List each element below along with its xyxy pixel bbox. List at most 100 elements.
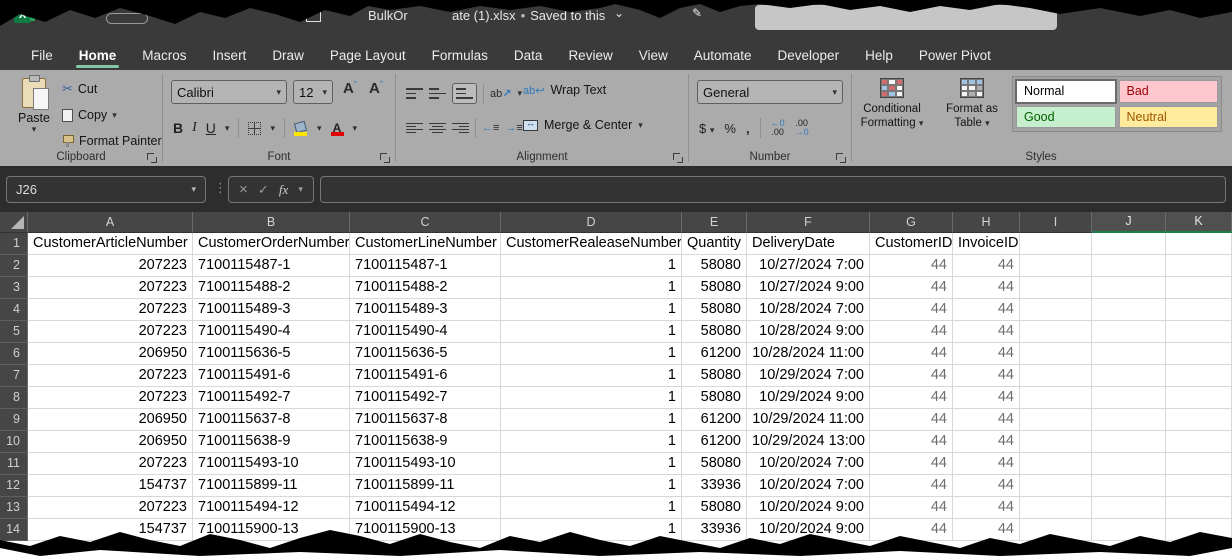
column-header-A[interactable]: A: [28, 212, 193, 233]
cell-K7[interactable]: [1166, 365, 1232, 387]
cell-C5[interactable]: 7100115490-4: [350, 321, 501, 343]
cell-F14[interactable]: 10/20/2024 9:00: [747, 519, 870, 541]
cell-E14[interactable]: 33936: [682, 519, 747, 541]
cell-G9[interactable]: 44: [870, 409, 953, 431]
cell-J4[interactable]: [1092, 299, 1166, 321]
cell-C9[interactable]: 7100115637-8: [350, 409, 501, 431]
cell-D5[interactable]: 1: [501, 321, 682, 343]
cell-G12[interactable]: 44: [870, 475, 953, 497]
cell-J12[interactable]: [1092, 475, 1166, 497]
row-header-4[interactable]: 4: [0, 299, 28, 321]
cell-E10[interactable]: 61200: [682, 431, 747, 453]
cell-K11[interactable]: [1166, 453, 1232, 475]
cell-F1[interactable]: DeliveryDate: [747, 233, 870, 255]
name-box[interactable]: J26 ▾: [6, 176, 206, 203]
cell-G3[interactable]: 44: [870, 277, 953, 299]
cell-A11[interactable]: 207223: [28, 453, 193, 475]
cell-E1[interactable]: Quantity: [682, 233, 747, 255]
cell-I8[interactable]: [1020, 387, 1092, 409]
tab-view[interactable]: View: [626, 43, 681, 70]
tab-insert[interactable]: Insert: [200, 43, 260, 70]
row-header-2[interactable]: 2: [0, 255, 28, 277]
row-header-13[interactable]: 13: [0, 497, 28, 519]
font-dialog-launcher[interactable]: [380, 153, 390, 163]
cell-F6[interactable]: 10/28/2024 11:00: [747, 343, 870, 365]
cell-H10[interactable]: 44: [953, 431, 1020, 453]
cell-G2[interactable]: 44: [870, 255, 953, 277]
cell-B7[interactable]: 7100115491-6: [193, 365, 350, 387]
cell-A14[interactable]: 154737: [28, 519, 193, 541]
cell-B9[interactable]: 7100115637-8: [193, 409, 350, 431]
cell-F2[interactable]: 10/27/2024 7:00: [747, 255, 870, 277]
font-color-chevron-icon[interactable]: ▾: [353, 124, 358, 133]
cell-C2[interactable]: 7100115487-1: [350, 255, 501, 277]
cell-H3[interactable]: 44: [953, 277, 1020, 299]
cell-H14[interactable]: 44: [953, 519, 1020, 541]
cell-I2[interactable]: [1020, 255, 1092, 277]
cell-I3[interactable]: [1020, 277, 1092, 299]
cell-I14[interactable]: [1020, 519, 1092, 541]
cell-D8[interactable]: 1: [501, 387, 682, 409]
font-color-icon[interactable]: A: [331, 121, 344, 136]
italic-button[interactable]: I: [192, 120, 197, 136]
increase-font-size-button[interactable]: Aˆ: [343, 80, 357, 97]
tab-review[interactable]: Review: [555, 43, 625, 70]
middle-align-button[interactable]: [429, 87, 446, 100]
cell-B8[interactable]: 7100115492-7: [193, 387, 350, 409]
cell-E8[interactable]: 58080: [682, 387, 747, 409]
cell-J2[interactable]: [1092, 255, 1166, 277]
cell-K2[interactable]: [1166, 255, 1232, 277]
increase-indent-button[interactable]: →≡: [505, 122, 522, 134]
cell-A4[interactable]: 207223: [28, 299, 193, 321]
cell-D14[interactable]: 1: [501, 519, 682, 541]
cell-B4[interactable]: 7100115489-3: [193, 299, 350, 321]
cell-H8[interactable]: 44: [953, 387, 1020, 409]
increase-decimal-button[interactable]: ←0.00: [771, 119, 785, 138]
select-all-corner[interactable]: [0, 212, 28, 233]
cell-G10[interactable]: 44: [870, 431, 953, 453]
row-header-10[interactable]: 10: [0, 431, 28, 453]
decrease-font-size-button[interactable]: Aˇ: [369, 80, 383, 97]
tab-data[interactable]: Data: [501, 43, 556, 70]
cell-J11[interactable]: [1092, 453, 1166, 475]
column-header-E[interactable]: E: [682, 212, 747, 233]
cell-J10[interactable]: [1092, 431, 1166, 453]
conditional-formatting-button[interactable]: Conditional Formatting ▾: [854, 78, 930, 131]
top-align-button[interactable]: [406, 87, 423, 100]
cell-G5[interactable]: 44: [870, 321, 953, 343]
decrease-decimal-button[interactable]: .00→0: [795, 119, 809, 138]
cancel-button[interactable]: ×: [239, 181, 248, 198]
cell-E2[interactable]: 58080: [682, 255, 747, 277]
cell-J7[interactable]: [1092, 365, 1166, 387]
cell-D13[interactable]: 1: [501, 497, 682, 519]
cell-I4[interactable]: [1020, 299, 1092, 321]
cell-F3[interactable]: 10/27/2024 9:00: [747, 277, 870, 299]
cell-E11[interactable]: 58080: [682, 453, 747, 475]
cell-C3[interactable]: 7100115488-2: [350, 277, 501, 299]
comma-style-button[interactable]: ,: [746, 121, 750, 136]
cell-K1[interactable]: [1166, 233, 1232, 255]
cell-K6[interactable]: [1166, 343, 1232, 365]
clipboard-dialog-launcher[interactable]: [147, 153, 157, 163]
tab-automate[interactable]: Automate: [681, 43, 765, 70]
cell-I6[interactable]: [1020, 343, 1092, 365]
cell-C10[interactable]: 7100115638-9: [350, 431, 501, 453]
cell-C1[interactable]: CustomerLineNumber: [350, 233, 501, 255]
cell-E3[interactable]: 58080: [682, 277, 747, 299]
bottom-align-button[interactable]: [452, 83, 477, 104]
cell-B5[interactable]: 7100115490-4: [193, 321, 350, 343]
cell-J8[interactable]: [1092, 387, 1166, 409]
enter-button[interactable]: ✓: [258, 182, 269, 198]
fill-color-icon[interactable]: [294, 121, 308, 136]
cell-A5[interactable]: 207223: [28, 321, 193, 343]
row-header-9[interactable]: 9: [0, 409, 28, 431]
decrease-indent-button[interactable]: ←≡: [482, 122, 499, 134]
alignment-dialog-launcher[interactable]: [673, 153, 683, 163]
cell-K3[interactable]: [1166, 277, 1232, 299]
tab-file[interactable]: File: [18, 43, 66, 70]
cell-B6[interactable]: 7100115636-5: [193, 343, 350, 365]
cell-H13[interactable]: 44: [953, 497, 1020, 519]
cell-F11[interactable]: 10/20/2024 7:00: [747, 453, 870, 475]
cell-G8[interactable]: 44: [870, 387, 953, 409]
cell-B2[interactable]: 7100115487-1: [193, 255, 350, 277]
